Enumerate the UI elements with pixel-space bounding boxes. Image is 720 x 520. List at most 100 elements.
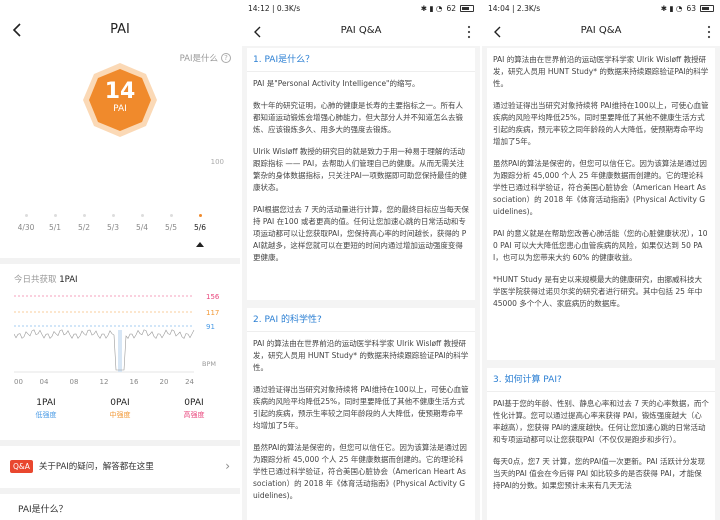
today-summary: 今日共获取 1PAI: [14, 273, 78, 285]
section-paragraph: *HUNT Study 是有史以来规模最大的健康研究，由挪威科技大学医学院获得过…: [493, 275, 703, 308]
qa-section-card: 1. PAI是什么？ PAI 是"Personal Activity Intel…: [247, 48, 475, 300]
section-heading: 3. 如何计算 PAI?: [487, 368, 715, 392]
section-paragraph: PAI 的意义就是在帮助您改善心肺活能（您的心脏健康状况），100 PAI 可以…: [493, 229, 708, 262]
section-paragraph: PAI根据您过去 7 天的活动量进行计算，您的最终目标应当每天保持 PAI 在1…: [253, 205, 469, 262]
bar-scale-label: 100: [210, 158, 224, 166]
pai-what-heading: PAI是什么？: [18, 505, 68, 515]
nav-bar: PAI Q&A: [482, 18, 720, 46]
status-bar: 14:04 | 2.3K/s ✱ ▮ ◔ 63: [482, 0, 720, 18]
day-label: 5/3: [106, 223, 120, 232]
no-data-band: [118, 330, 122, 372]
day-marker: [140, 214, 144, 217]
day-label: 5/6: [193, 223, 207, 232]
more-options-icon[interactable]: [706, 24, 712, 40]
question-icon: ?: [221, 53, 231, 63]
day-tab[interactable]: 5/1: [43, 214, 67, 232]
x-tick-label: 20: [160, 378, 169, 386]
section-paragraph: Ulrik Wisløff 教授的研究目的就是致力于用一种易于理解的活动跟踪指标…: [253, 147, 467, 192]
day-tab[interactable]: 5/6: [188, 214, 212, 232]
pai-score-value: 14: [104, 79, 136, 104]
day-label: 5/2: [77, 223, 91, 232]
pai-help-link[interactable]: PAI是什么 ?: [180, 52, 231, 64]
section-paragraph: 虽然PAI的算法是保密的，但您可以信任它。因为该算法是通过因为跟踪分析 45,0…: [493, 159, 707, 216]
summary-low-value: 1PAI: [36, 398, 56, 408]
status-time: 14:04 | 2.3K/s: [488, 4, 541, 13]
qa-section-card: 3. 如何计算 PAI? PAI基于您的年龄、性别、静息心率和过去 7 天的心率…: [487, 368, 715, 520]
summary-low-label: 低强度: [35, 411, 57, 419]
page-title: PAI: [110, 22, 130, 37]
nav-bar: PAI Q&A: [242, 18, 480, 46]
qa-section-card: 2. PAI 的科学性? PAI 的算法由在世界前沿的运动医学科学家 Ulrik…: [247, 308, 475, 520]
qa-entry-row[interactable]: Q&A 关于PAI的疑问，解答都在这里 ›: [10, 455, 230, 477]
x-tick-label: 24: [185, 378, 194, 386]
hr-level-label: 117: [206, 309, 219, 317]
day-marker: [198, 214, 202, 217]
qa-screen-1: 14:12 | 0.3K/s ✱ ▮ ◔ 62 PAI Q&A 1. PAI是什…: [242, 0, 480, 520]
status-icons: ✱ ▮ ◔ 63: [661, 4, 714, 13]
x-tick-label: 16: [130, 378, 139, 386]
qa-badge: Q&A: [10, 459, 33, 473]
qa-entry-text: 关于PAI的疑问，解答都在这里: [38, 462, 154, 472]
divider: [0, 488, 240, 494]
x-tick-label: 04: [40, 378, 49, 386]
pai-score-unit: PAI: [113, 104, 127, 114]
hr-level-label: 156: [206, 293, 220, 301]
section-paragraph: PAI 的算法由在世界前沿的运动医学科学家 Ulrik Wisløff 教授研发…: [493, 55, 709, 88]
section-heading: 2. PAI 的科学性?: [247, 308, 475, 332]
section-paragraph: 通过验证得出当研究对象持续将 PAI维持在100以上，可使心血管疾病的风险平均降…: [253, 385, 469, 430]
status-time: 14:12 | 0.3K/s: [248, 4, 301, 13]
hr-line: [14, 329, 195, 371]
status-bar: 14:12 | 0.3K/s ✱ ▮ ◔ 62: [242, 0, 480, 18]
section-paragraph: 数十年的研究证明，心肺的健康是长寿的主要指标之一。所有人都知道运动锻炼会增强心肺…: [253, 101, 463, 134]
day-tab[interactable]: 5/5: [159, 214, 183, 232]
divider: [0, 440, 240, 446]
day-marker: [82, 214, 86, 217]
today-prefix: 今日共获取: [14, 275, 57, 285]
day-marker: [111, 214, 115, 217]
day-tab[interactable]: 4/30: [14, 214, 38, 232]
x-tick-label: 08: [70, 378, 79, 386]
battery-icon: [700, 5, 714, 12]
heart-rate-chart: 156 117 91 BPM 00 04 08 12 16 20 24: [14, 293, 220, 386]
battery-level: 63: [686, 4, 696, 13]
signal-icon: ✱ ▮ ◔: [660, 4, 683, 13]
section-paragraph: PAI 的算法由在世界前沿的运动医学科学家 Ulrik Wisløff 教授研发…: [253, 339, 469, 372]
summary-mid: 0PAI 中强度: [80, 398, 160, 420]
section-paragraph: 每天0点，您7 天 计算，您的PAI值一次更新。PAI 活跃计分发现当天的PAI…: [493, 457, 705, 490]
summary-low: 1PAI 低强度: [6, 398, 86, 420]
day-label: 5/4: [135, 223, 149, 232]
intensity-summary: 1PAI 低强度 0PAI 中强度 0PAI 高强度: [0, 398, 240, 434]
battery-level: 62: [446, 4, 456, 13]
section-paragraph: 虽然PAI的算法是保密的，但您可以信任它。因为该算法是通过因为跟踪分析 45,0…: [253, 443, 467, 500]
selected-day-caret-icon: [196, 242, 204, 247]
day-selector: 4/30 5/1 5/2 5/3 5/4 5/5 5/6: [14, 214, 224, 254]
section-paragraph: 通过验证得出当研究对象持续将 PAI维持在100以上，可使心血管疾病的风险平均降…: [493, 101, 709, 146]
status-icons: ✱ ▮ ◔ 62: [421, 4, 474, 13]
more-options-icon[interactable]: [466, 24, 472, 40]
divider: [0, 258, 240, 264]
summary-high-value: 0PAI: [184, 398, 204, 408]
today-value: 1PAI: [59, 275, 78, 285]
page-title: PAI Q&A: [340, 25, 382, 36]
day-tab[interactable]: 5/4: [130, 214, 154, 232]
pai-help-label: PAI是什么: [179, 54, 218, 64]
x-tick-label: 12: [100, 378, 109, 386]
section-paragraph: PAI基于您的年龄、性别、静息心率和过去 7 天的心率数据，而个性化计算。您可以…: [493, 399, 709, 444]
hr-level-label: 91: [206, 323, 215, 331]
hr-unit-label: BPM: [202, 360, 216, 368]
day-tab[interactable]: 5/2: [72, 214, 96, 232]
day-marker: [24, 214, 28, 217]
badge-text: 14 PAI: [82, 80, 158, 115]
signal-icon: ✱ ▮ ◔: [420, 4, 443, 13]
section-paragraph: PAI 是"Personal Activity Intelligence"的缩写…: [253, 79, 420, 88]
pai-screen: PAI PAI是什么 ? 14 PAI 100 4/30 5/1 5/2 5/3 5/4…: [0, 0, 240, 520]
day-label: 4/30: [17, 223, 35, 232]
page-title: PAI Q&A: [580, 25, 622, 36]
header: PAI: [0, 0, 240, 60]
day-marker: [53, 214, 57, 217]
day-label: 5/5: [164, 223, 178, 232]
summary-high-label: 高强度: [183, 411, 205, 419]
day-tab[interactable]: 5/3: [101, 214, 125, 232]
qa-screen-2: 14:04 | 2.3K/s ✱ ▮ ◔ 63 PAI Q&A PAI 的算法由…: [482, 0, 720, 520]
day-label: 5/1: [48, 223, 62, 232]
